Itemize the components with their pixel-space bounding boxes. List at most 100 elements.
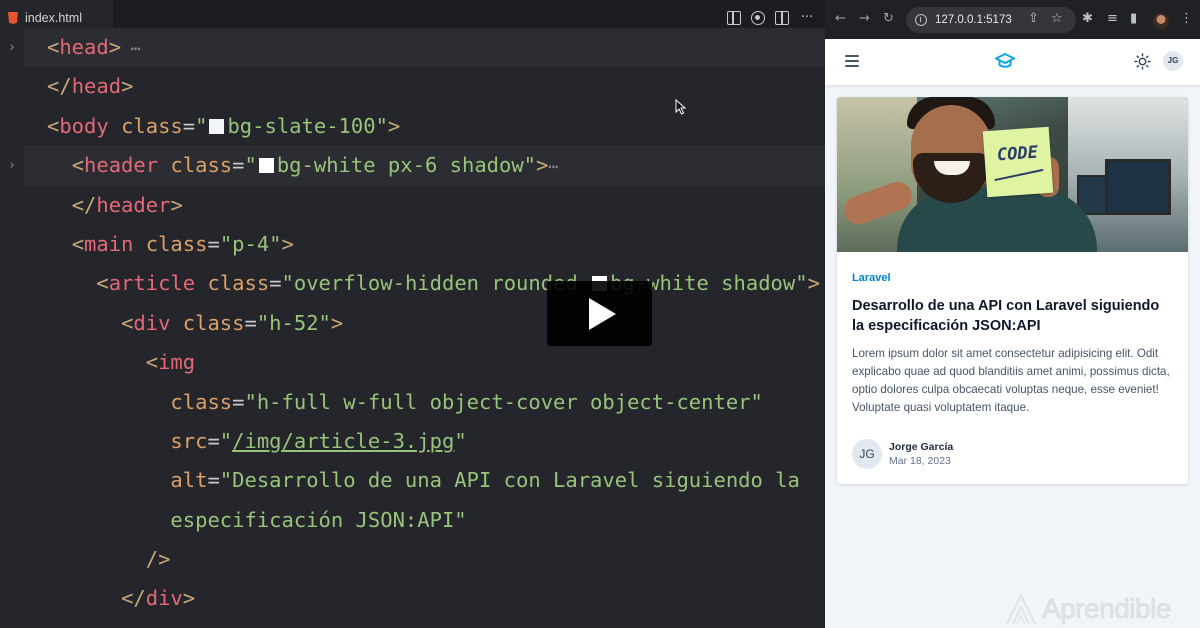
code-token: > <box>170 192 183 217</box>
color-swatch[interactable] <box>209 118 225 134</box>
reload-icon[interactable]: ↻ <box>883 12 894 26</box>
code-line[interactable]: alt="Desarrollo de una API con Laravel s… <box>0 461 825 500</box>
article-card[interactable]: CODE Laravel Desarrollo de una API con L… <box>837 97 1188 484</box>
bookmark-star-icon[interactable]: ☆ <box>1051 12 1063 26</box>
tab-label: index.html <box>25 11 82 25</box>
browser-toolbar: ← → ↻ 127.0.0.1:5173 ⇧ ☆ ✱ ≡ ▮ ⋮ <box>825 0 1200 39</box>
article-author: JG Jorge García Mar 18, 2023 <box>852 439 953 469</box>
site-info-icon[interactable] <box>915 14 927 26</box>
code-line[interactable]: › <head> ⋯ <box>0 28 825 68</box>
code-token: > <box>121 74 134 99</box>
code-line[interactable]: especificación JSON:API" <box>0 501 825 540</box>
code-token: = <box>244 310 257 335</box>
article-category-link[interactable]: Laravel <box>852 272 891 284</box>
code-token: ⋯ <box>121 39 141 58</box>
code-line[interactable]: <body class=" bg-slate-100"> <box>0 107 825 146</box>
color-swatch[interactable] <box>258 158 274 174</box>
graduation-cap-logo-icon[interactable] <box>995 52 1015 70</box>
code-token: class <box>121 113 183 138</box>
code-token: img <box>158 350 196 375</box>
code-token: > <box>108 35 122 59</box>
profile-avatar-icon[interactable] <box>1153 13 1169 29</box>
code-line[interactable]: <div class="h-52"> <box>0 304 825 343</box>
code-line[interactable]: /> <box>0 540 825 579</box>
code-editor: index.html ··· › <head> ⋯ </head> <body cla… <box>0 0 825 628</box>
aprendible-watermark: Aprendible <box>1004 592 1172 626</box>
code-token: " <box>195 113 208 138</box>
video-play-button[interactable] <box>547 281 652 346</box>
author-avatar: JG <box>852 439 882 469</box>
code-token: = <box>207 231 220 256</box>
code-token: class <box>182 310 245 335</box>
code-token: > <box>536 153 549 178</box>
code-token: = <box>232 153 245 178</box>
reading-list-icon[interactable]: ≡ <box>1107 12 1118 26</box>
extensions-icon[interactable]: ✱ <box>1082 12 1093 26</box>
code-token: div <box>145 586 183 611</box>
article-excerpt: Lorem ipsum dolor sit amet consectetur a… <box>852 347 1170 414</box>
code-line[interactable]: <main class="p-4"> <box>0 225 825 264</box>
article-image: CODE <box>837 97 1188 252</box>
code-token: "h-52" <box>256 310 331 335</box>
split-editor-icon[interactable] <box>775 11 789 25</box>
code-token: bg-slate-100" <box>227 113 388 138</box>
code-token: head <box>71 74 122 99</box>
browser-window: ← → ↻ 127.0.0.1:5173 ⇧ ☆ ✱ ≡ ▮ ⋮ JG CODE… <box>825 0 1200 628</box>
article-body: Laravel Desarrollo de una API con Larave… <box>837 252 1188 417</box>
more-actions-icon[interactable]: ··· <box>799 11 815 25</box>
code-token: " <box>454 428 467 453</box>
share-icon[interactable]: ⇧ <box>1028 12 1039 26</box>
code-token: header <box>84 153 159 178</box>
theme-toggle-sun-icon[interactable] <box>1134 53 1151 70</box>
play-icon <box>589 297 616 330</box>
user-avatar[interactable]: JG <box>1163 51 1183 71</box>
back-icon[interactable]: ← <box>835 12 846 26</box>
code-token: class <box>207 271 270 296</box>
code-line[interactable]: </head> <box>0 67 825 106</box>
html5-icon <box>8 12 18 24</box>
code-line[interactable]: src="/img/article-3.jpg" <box>0 422 825 461</box>
code-token: </ <box>121 586 146 611</box>
code-line[interactable]: class="h-full w-full object-cover object… <box>0 383 825 422</box>
code-token: /img/article-3.jpg <box>232 428 455 453</box>
browser-menu-icon[interactable]: ⋮ <box>1180 12 1193 26</box>
code-line[interactable]: <img <box>0 343 825 382</box>
code-token: head <box>59 35 109 59</box>
aprendible-logo-icon <box>1005 592 1037 625</box>
go-live-icon[interactable] <box>751 11 765 25</box>
code-line[interactable]: › <header class=" bg-white px-6 shadow">⋯ <box>0 146 825 186</box>
open-preview-icon[interactable] <box>727 11 741 25</box>
code-line[interactable]: <article class="overflow-hidden rounded … <box>0 264 825 303</box>
article-title[interactable]: Desarrollo de una API con Laravel siguie… <box>852 296 1173 336</box>
code-line[interactable]: </header> <box>0 186 825 225</box>
code-token: < <box>121 310 134 335</box>
code-token: class <box>145 231 208 256</box>
code-area[interactable]: › <head> ⋯ </head> <body class=" bg-slate-10… <box>0 28 825 619</box>
code-token: ⋯ <box>548 157 559 177</box>
fold-chevron-icon[interactable]: › <box>8 146 16 185</box>
code-token: div <box>133 310 171 335</box>
code-token: article <box>108 271 196 296</box>
code-token: < <box>71 231 85 256</box>
code-token: " <box>219 428 233 453</box>
app-header: JG <box>825 39 1200 85</box>
code-token: = <box>182 113 196 138</box>
hamburger-menu-icon[interactable] <box>845 55 859 67</box>
forward-icon[interactable]: → <box>859 12 870 26</box>
code-token: < <box>71 153 85 178</box>
code-token: = <box>232 389 245 414</box>
code-line[interactable]: </div> <box>0 579 825 618</box>
side-panel-icon[interactable]: ▮ <box>1130 12 1137 26</box>
fold-chevron-icon[interactable]: › <box>8 28 16 67</box>
